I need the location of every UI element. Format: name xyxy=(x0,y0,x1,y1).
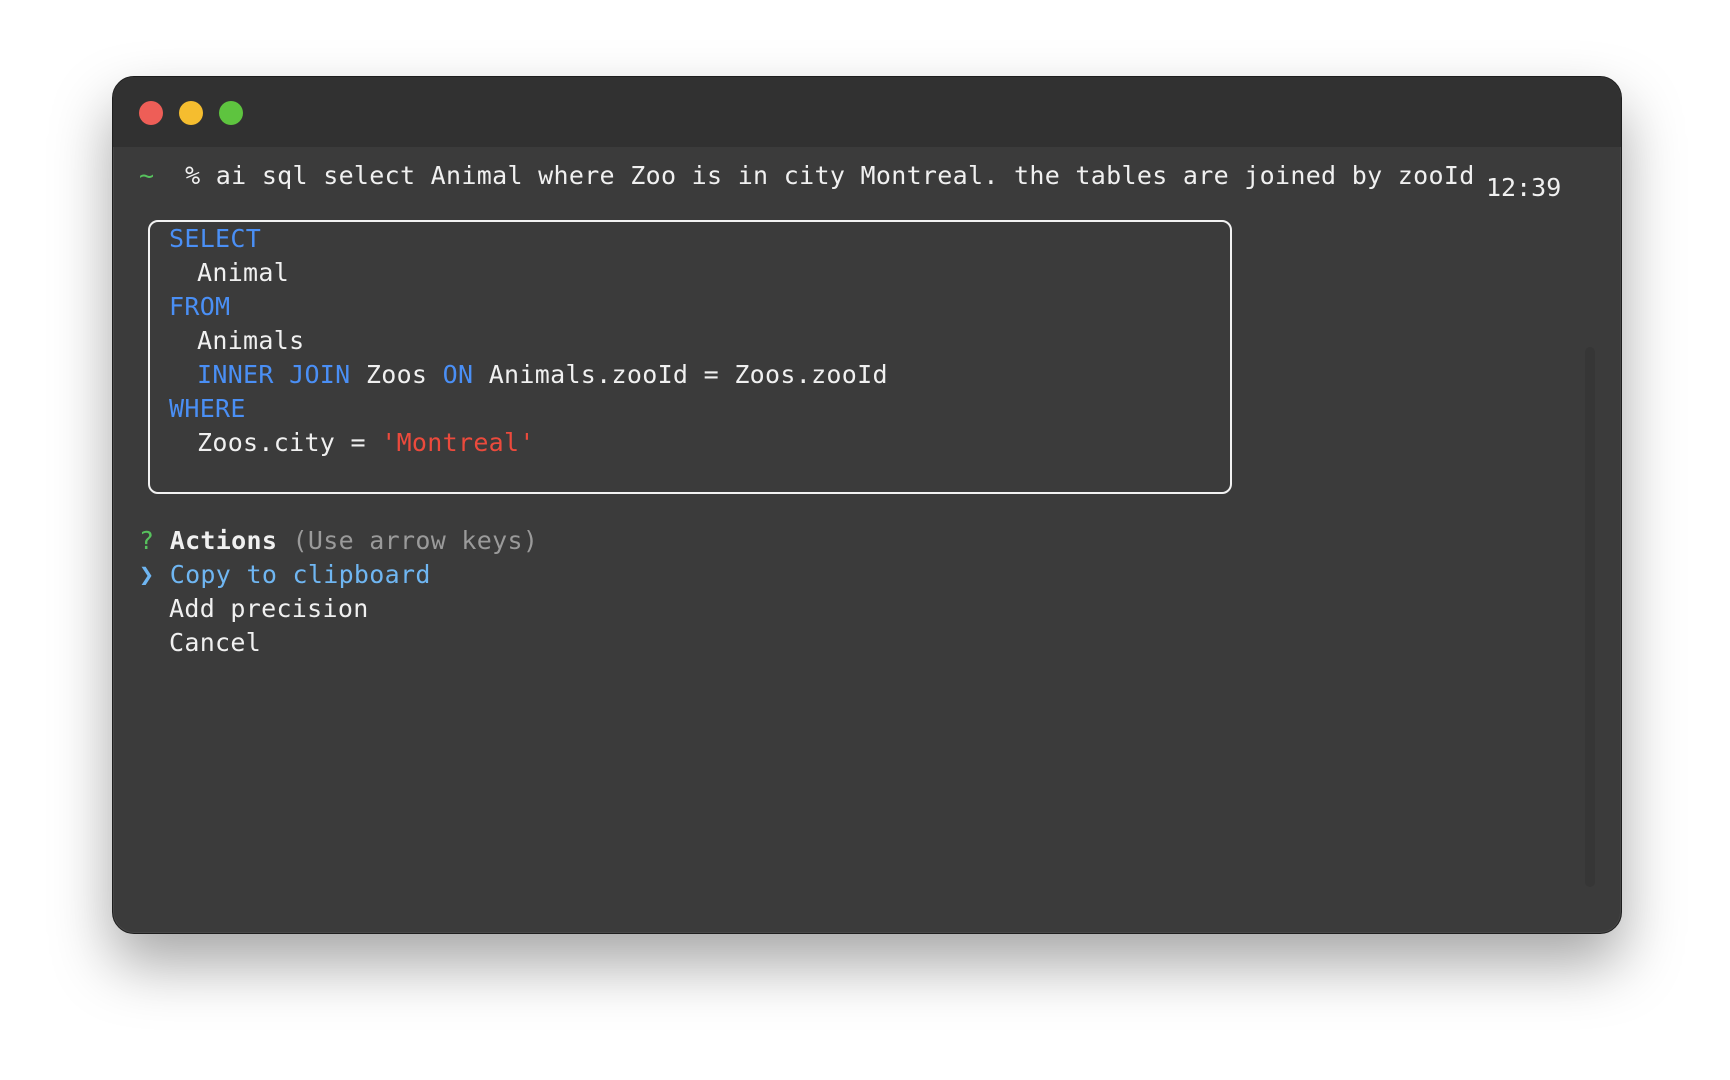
action-copy-to-clipboard[interactable]: ❯ Copy to clipboard xyxy=(139,558,431,592)
action-cancel[interactable]: Cancel xyxy=(169,626,261,660)
sql-line-select: SELECT xyxy=(169,222,261,256)
sql-select-column: Animal xyxy=(197,258,290,287)
sql-from-table: Animals xyxy=(197,326,305,355)
zoom-window-button[interactable] xyxy=(219,101,243,125)
sql-keyword-where: WHERE xyxy=(169,394,246,423)
action-label: Copy to clipboard xyxy=(169,560,431,589)
command-text: % ai sql select Animal where Zoo is in c… xyxy=(185,161,1475,190)
sql-where-value: 'Montreal' xyxy=(381,428,535,457)
selection-pointer-icon: ❯ xyxy=(139,560,155,589)
sql-line-where-condition: Zoos.city = 'Montreal' xyxy=(197,426,535,460)
question-mark: ? xyxy=(139,526,155,555)
sql-keyword-on: ON xyxy=(442,360,474,389)
prompt-time: 12:39 xyxy=(1486,173,1562,202)
sql-keyword-from: FROM xyxy=(169,292,231,321)
sql-join-condition: Animals.zooId = Zoos.zooId xyxy=(488,360,888,389)
actions-hint: (Use arrow keys) xyxy=(292,526,539,555)
prompt-tilde: ~ xyxy=(139,161,155,190)
action-add-precision[interactable]: Add precision xyxy=(169,592,369,626)
sql-line-join: INNER JOIN Zoos ON Animals.zooId = Zoos.… xyxy=(197,358,888,392)
minimize-window-button[interactable] xyxy=(179,101,203,125)
title-bar xyxy=(113,77,1621,147)
sql-line-from-table: Animals xyxy=(197,324,304,358)
close-window-button[interactable] xyxy=(139,101,163,125)
sql-line-select-column: Animal xyxy=(197,256,289,290)
action-label: Add precision xyxy=(169,594,369,623)
command-line: ~ % ai sql select Animal where Zoo is in… xyxy=(139,159,1475,193)
terminal-window: ~ % ai sql select Animal where Zoo is in… xyxy=(112,76,1622,934)
sql-line-where: WHERE xyxy=(169,392,246,426)
sql-join-table: Zoos xyxy=(365,360,428,389)
sql-keyword-inner-join: INNER JOIN xyxy=(197,360,351,389)
actions-title: Actions xyxy=(169,526,278,555)
scrollbar[interactable] xyxy=(1585,347,1595,887)
sql-where-lhs: Zoos.city = xyxy=(197,428,382,457)
action-label: Cancel xyxy=(169,628,262,657)
actions-prompt: ? Actions (Use arrow keys) xyxy=(139,524,538,558)
sql-keyword-select: SELECT xyxy=(169,224,262,253)
sql-line-from: FROM xyxy=(169,290,230,324)
